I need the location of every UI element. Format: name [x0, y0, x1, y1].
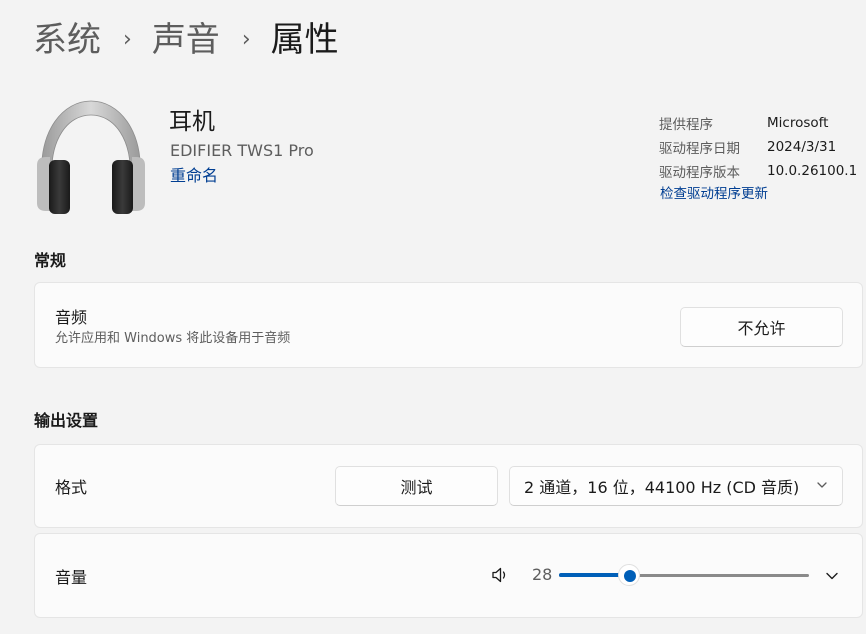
breadcrumb: 系统 › 声音 › 属性 — [33, 18, 339, 62]
chevron-down-icon — [817, 482, 827, 488]
format-label: 格式 — [55, 478, 88, 497]
driver-provider-label: 提供程序 — [659, 117, 713, 133]
breadcrumb-system[interactable]: 系统 — [33, 18, 101, 62]
driver-date-value: 2024/3/31 — [767, 139, 837, 155]
format-select[interactable]: 2 通道，16 位，44100 Hz (CD 音质) — [509, 466, 843, 506]
chevron-down-icon[interactable] — [825, 569, 839, 583]
rename-link[interactable]: 重命名 — [170, 165, 218, 187]
speaker-icon[interactable] — [491, 566, 509, 584]
driver-info: 提供程序 Microsoft 驱动程序日期 2024/3/31 驱动程序版本 1… — [659, 111, 857, 183]
section-title-general: 常规 — [34, 251, 67, 270]
volume-value: 28 — [532, 565, 553, 584]
breadcrumb-separator-icon: › — [123, 27, 132, 52]
device-name: 耳机 — [169, 109, 215, 135]
sound-properties-page: 系统 › 声音 › 属性 耳机 EDIFIER TWS1 Pro 重命名 提供程… — [0, 0, 866, 634]
page-title: 属性 — [270, 20, 339, 60]
breadcrumb-sound[interactable]: 声音 — [152, 18, 220, 62]
driver-version-value: 10.0.26100.1 — [767, 163, 858, 179]
device-model: EDIFIER TWS1 Pro — [170, 141, 314, 160]
breadcrumb-separator-icon: › — [241, 27, 251, 52]
volume-slider-thumb-dot — [624, 570, 636, 582]
audio-card: 音频 允许应用和 Windows 将此设备用于音频 不允许 — [34, 282, 863, 368]
volume-label: 音量 — [55, 568, 88, 587]
audio-description: 允许应用和 Windows 将此设备用于音频 — [55, 331, 291, 346]
volume-slider-thumb[interactable] — [618, 564, 640, 586]
driver-version-label: 驱动程序版本 — [659, 165, 740, 181]
volume-card: 音量 28 — [34, 533, 863, 618]
format-card: 格式 测试 2 通道，16 位，44100 Hz (CD 音质) — [34, 444, 863, 528]
disallow-audio-button[interactable]: 不允许 — [680, 307, 843, 347]
driver-provider-value: Microsoft — [767, 115, 829, 131]
driver-provider-row: 提供程序 Microsoft — [659, 111, 857, 135]
volume-slider[interactable] — [559, 564, 809, 586]
driver-date-row: 驱动程序日期 2024/3/31 — [659, 135, 857, 159]
driver-version-row: 驱动程序版本 10.0.26100.1 — [659, 159, 857, 183]
driver-date-label: 驱动程序日期 — [659, 141, 740, 157]
check-driver-updates-link[interactable]: 检查驱动程序更新 — [660, 184, 768, 204]
section-title-output: 输出设置 — [34, 411, 99, 430]
headphones-icon — [37, 100, 145, 214]
format-select-value: 2 通道，16 位，44100 Hz (CD 音质) — [524, 478, 800, 497]
audio-title: 音频 — [55, 308, 88, 327]
test-button[interactable]: 测试 — [335, 466, 498, 506]
